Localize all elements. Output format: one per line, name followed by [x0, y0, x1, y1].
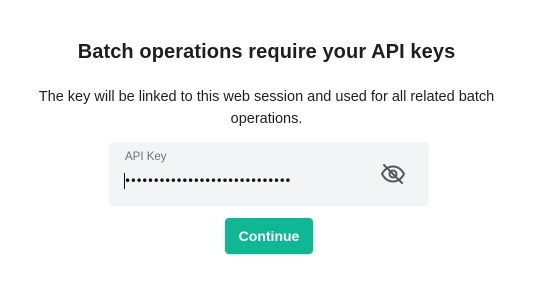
api-key-field[interactable]: API Key [109, 142, 429, 206]
eye-off-icon[interactable] [380, 162, 406, 186]
description-text: The key will be linked to this web sessi… [38, 89, 495, 127]
api-key-label: API Key [125, 151, 167, 163]
api-key-input[interactable] [124, 170, 364, 192]
api-key-dialog: Batch operations require your API keys T… [0, 0, 533, 294]
continue-button[interactable]: Continue [225, 218, 313, 254]
page-title: Batch operations require your API keys [77, 41, 456, 63]
